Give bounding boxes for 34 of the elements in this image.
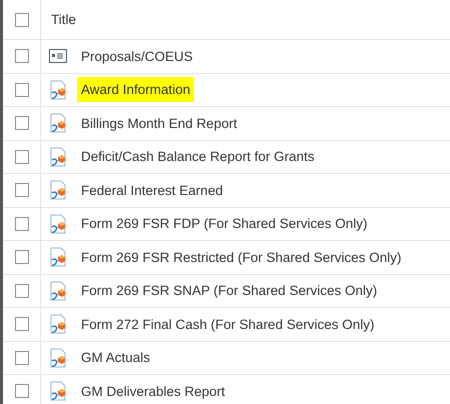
report-icon xyxy=(49,348,67,368)
report-title: Deficit/Cash Balance Report for Grants xyxy=(80,148,316,166)
report-title: Form 269 FSR Restricted (For Shared Services Only) xyxy=(80,248,402,267)
report-title: Award Information xyxy=(77,77,194,102)
row-checkbox[interactable] xyxy=(14,350,28,365)
report-title: GM Actuals xyxy=(80,349,152,368)
report-icon xyxy=(49,214,67,234)
row-checkbox[interactable] xyxy=(14,183,28,198)
report-title: GM Deliverables Report xyxy=(80,382,226,401)
report-title: Proposals/COEUS xyxy=(80,48,194,66)
report-icon xyxy=(49,280,67,301)
report-icon xyxy=(49,180,67,200)
column-header: Title xyxy=(50,12,76,27)
row-checkbox[interactable] xyxy=(14,216,28,231)
row-checkbox[interactable] xyxy=(14,384,28,398)
row-checkbox[interactable] xyxy=(14,150,28,164)
row-checkbox[interactable] xyxy=(14,284,28,298)
report-title: Form 269 FSR SNAP (For Shared Services Only) xyxy=(80,282,378,300)
row-checkbox[interactable] xyxy=(14,116,28,130)
report-icon xyxy=(49,80,67,100)
report-icon xyxy=(49,146,67,167)
row-checkbox[interactable] xyxy=(14,317,28,332)
row-checkbox[interactable] xyxy=(14,49,28,64)
select-all-checkbox[interactable] xyxy=(14,12,28,26)
report-title: Billings Month End Report xyxy=(80,114,238,133)
report-title: Form 269 FSR FDP (For Shared Services Only) xyxy=(80,215,368,234)
report-icon xyxy=(49,247,67,268)
report-icon xyxy=(49,314,67,334)
report-icon xyxy=(49,113,67,134)
report-icon xyxy=(49,381,67,402)
report-title: Form 272 Final Cash (For Shared Services Only) xyxy=(80,316,376,334)
report-title: Federal Interest Earned xyxy=(80,182,224,200)
row-checkbox[interactable] xyxy=(14,82,28,97)
row-checkbox[interactable] xyxy=(14,250,28,264)
